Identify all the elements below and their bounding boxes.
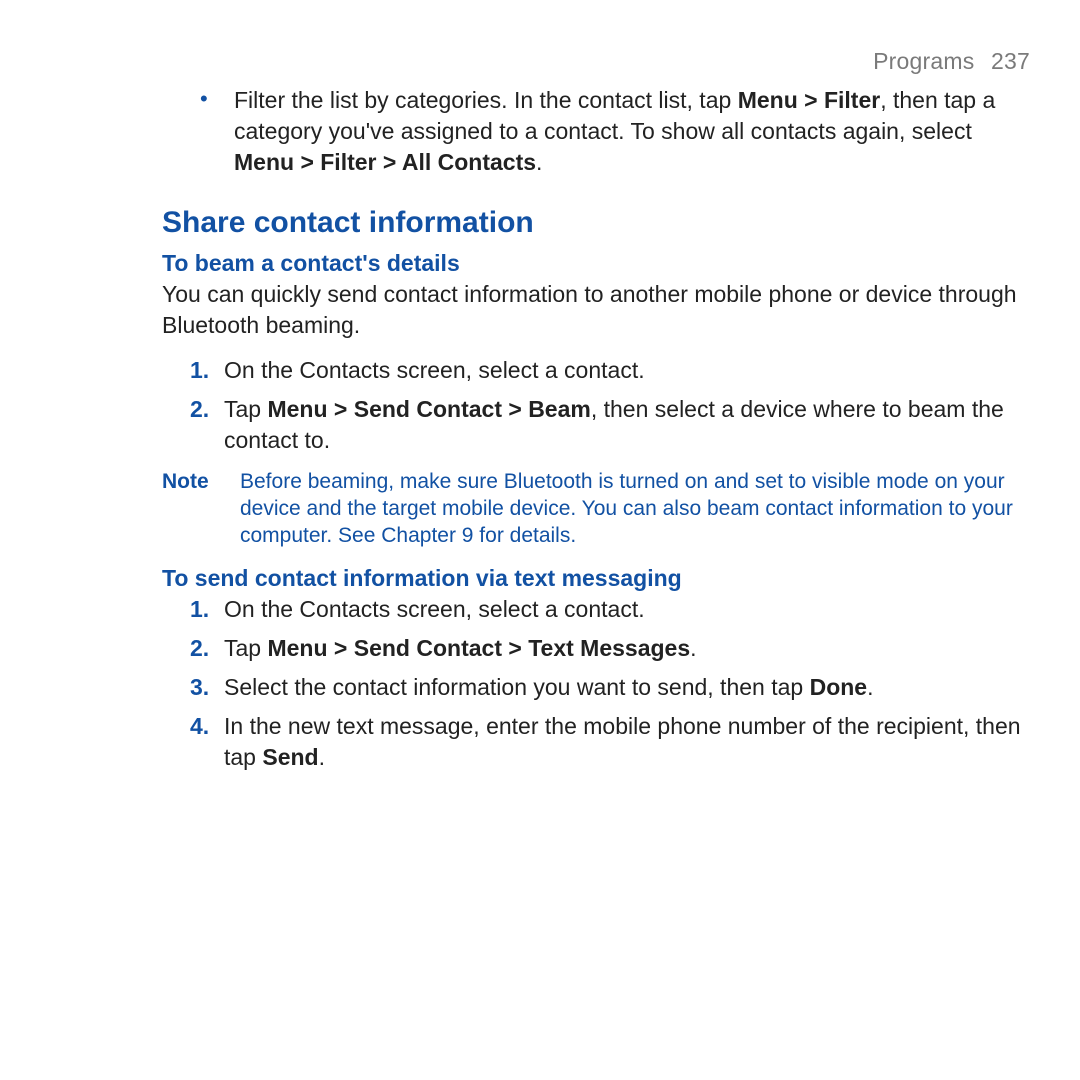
step-bold: Send [262, 744, 318, 770]
step-number: 3. [190, 672, 224, 703]
step-text: Select the contact information you want … [224, 672, 873, 703]
list-item: 4. In the new text message, enter the mo… [190, 711, 1030, 773]
note-text: Before beaming, make sure Bluetooth is t… [240, 468, 1030, 549]
intro-bullet-text: Filter the list by categories. In the co… [234, 85, 1030, 178]
list-item: 1. On the Contacts screen, select a cont… [190, 355, 1030, 386]
step-pre: Tap [224, 635, 267, 661]
step-pre: On the Contacts screen, select a contact… [224, 596, 645, 622]
header-section-name: Programs [873, 48, 974, 74]
sms-subtitle: To send contact information via text mes… [162, 565, 1030, 592]
step-pre: On the Contacts screen, select a contact… [224, 357, 645, 383]
intro-bullet: • Filter the list by categories. In the … [200, 85, 1030, 178]
step-pre: Select the contact information you want … [224, 674, 810, 700]
section-title: Share contact information [162, 206, 1030, 240]
step-post: . [319, 744, 325, 770]
intro-bullet-pre: Filter the list by categories. In the co… [234, 87, 738, 113]
step-text: On the Contacts screen, select a contact… [224, 594, 645, 625]
intro-bullet-bold2: Menu > Filter > All Contacts [234, 149, 536, 175]
list-item: 2. Tap Menu > Send Contact > Text Messag… [190, 633, 1030, 664]
list-item: 3. Select the contact information you wa… [190, 672, 1030, 703]
step-post: . [867, 674, 873, 700]
step-bold: Done [810, 674, 868, 700]
header-page-number: 237 [991, 48, 1030, 74]
beam-intro: You can quickly send contact information… [162, 279, 1030, 341]
intro-bullet-bold1: Menu > Filter [738, 87, 881, 113]
beam-steps: 1. On the Contacts screen, select a cont… [162, 355, 1030, 456]
page-header: Programs 237 [162, 48, 1030, 75]
step-text: Tap Menu > Send Contact > Beam, then sel… [224, 394, 1030, 456]
note-label: Note [162, 468, 240, 549]
bullet-icon: • [200, 85, 234, 178]
step-number: 4. [190, 711, 224, 773]
step-text: Tap Menu > Send Contact > Text Messages. [224, 633, 697, 664]
step-pre: Tap [224, 396, 267, 422]
list-item: 2. Tap Menu > Send Contact > Beam, then … [190, 394, 1030, 456]
sms-steps: 1. On the Contacts screen, select a cont… [162, 594, 1030, 773]
note-block: Note Before beaming, make sure Bluetooth… [162, 468, 1030, 549]
step-bold: Menu > Send Contact > Text Messages [267, 635, 690, 661]
step-text: On the Contacts screen, select a contact… [224, 355, 645, 386]
step-number: 1. [190, 594, 224, 625]
step-pre: In the new text message, enter the mobil… [224, 713, 1021, 770]
step-text: In the new text message, enter the mobil… [224, 711, 1030, 773]
beam-subtitle: To beam a contact's details [162, 250, 1030, 277]
step-number: 2. [190, 633, 224, 664]
step-post: . [690, 635, 696, 661]
document-page: Programs 237 • Filter the list by catego… [0, 0, 1080, 1080]
list-item: 1. On the Contacts screen, select a cont… [190, 594, 1030, 625]
step-bold: Menu > Send Contact > Beam [267, 396, 590, 422]
intro-bullet-post: . [536, 149, 542, 175]
step-number: 2. [190, 394, 224, 456]
step-number: 1. [190, 355, 224, 386]
